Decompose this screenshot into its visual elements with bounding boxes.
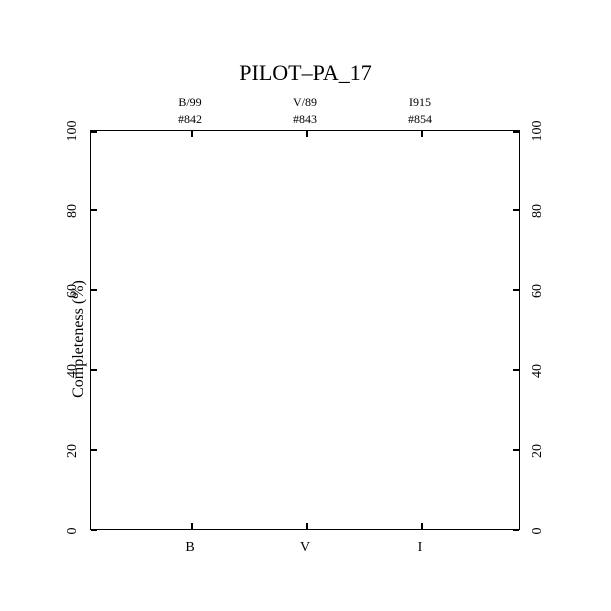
ytick-right-20: 20 [530, 436, 546, 466]
ytick-right-40: 40 [530, 356, 546, 386]
top-annot-1a: B/99 [160, 95, 220, 110]
tick [513, 369, 519, 371]
top-annot-1b: V/89 [275, 95, 335, 110]
x-cat-V: V [290, 540, 320, 556]
tick [421, 131, 423, 137]
tick [306, 523, 308, 529]
tick [91, 209, 97, 211]
tick [91, 449, 97, 451]
tick [91, 131, 97, 133]
ytick-left-60: 60 [65, 276, 81, 306]
x-cat-I: I [405, 540, 435, 556]
chart-title: PILOT–PA_17 [0, 60, 611, 86]
ytick-left-80: 80 [65, 196, 81, 226]
ytick-right-0: 0 [530, 516, 546, 546]
ytick-right-100: 100 [530, 116, 546, 146]
ytick-left-20: 20 [65, 436, 81, 466]
ytick-left-0: 0 [65, 516, 81, 546]
tick [91, 289, 97, 291]
ytick-right-60: 60 [530, 276, 546, 306]
ytick-left-100: 100 [65, 116, 81, 146]
top-annot-1c: I915 [390, 95, 450, 110]
tick [191, 131, 193, 137]
tick [91, 369, 97, 371]
tick [191, 523, 193, 529]
ytick-right-80: 80 [530, 196, 546, 226]
tick [306, 131, 308, 137]
top-annot-2b: #843 [275, 112, 335, 127]
tick [513, 209, 519, 211]
chart-container: PILOT–PA_17 Completeness (%) B/99 V/89 I… [0, 0, 611, 611]
x-cat-B: B [175, 540, 205, 556]
top-annot-2a: #842 [160, 112, 220, 127]
tick [513, 449, 519, 451]
tick [513, 131, 519, 133]
top-annot-2c: #854 [390, 112, 450, 127]
tick [91, 529, 97, 531]
tick [513, 289, 519, 291]
plot-area [90, 130, 520, 530]
ytick-left-40: 40 [65, 356, 81, 386]
tick [513, 529, 519, 531]
tick [421, 523, 423, 529]
